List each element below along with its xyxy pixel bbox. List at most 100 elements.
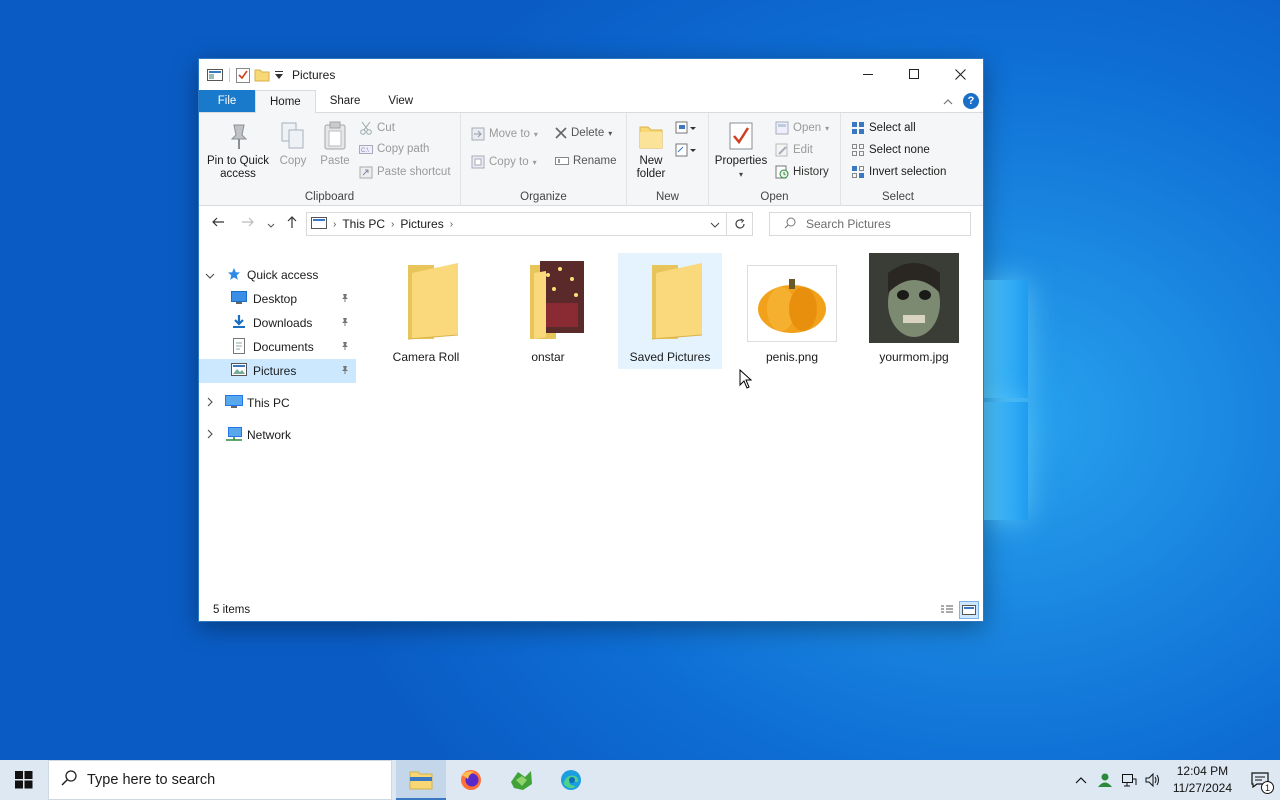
delete-icon: [555, 127, 567, 139]
taskbar-green-app[interactable]: [496, 760, 546, 800]
maximize-button[interactable]: [891, 59, 937, 89]
nav-item-documents[interactable]: Documents: [199, 335, 356, 359]
organize-label: Organize: [520, 191, 567, 203]
edit-icon: [775, 143, 788, 157]
new-item-button[interactable]: [675, 121, 697, 135]
tray-user-icon[interactable]: [1093, 760, 1117, 800]
pin-icon[interactable]: [340, 316, 350, 330]
open-group: Properties ▾ Open ▾ Edit History Open: [709, 113, 841, 206]
forward-button[interactable]: [241, 215, 255, 232]
breadcrumb-this-pc[interactable]: This PC: [342, 217, 385, 231]
large-icons-view-button[interactable]: [959, 601, 979, 619]
taskbar-edge[interactable]: [546, 760, 596, 800]
copy-path-icon: C:\: [359, 145, 373, 154]
move-to-button[interactable]: Move to ▾: [471, 127, 538, 141]
file-list: Camera Roll onstar Saved Pictures penis.…: [371, 249, 983, 599]
edit-button[interactable]: Edit: [775, 143, 813, 157]
select-all-button[interactable]: Select all: [851, 121, 916, 135]
invert-selection-button[interactable]: Invert selection: [851, 165, 946, 179]
collapse-ribbon-icon[interactable]: [943, 94, 953, 108]
tab-view[interactable]: View: [374, 90, 427, 112]
nav-quick-access-label: Quick access: [247, 268, 319, 282]
notification-count-badge: 1: [1261, 781, 1274, 794]
explorer-app-icon[interactable]: [207, 68, 223, 82]
window-title: Pictures: [292, 68, 336, 82]
paste-shortcut-icon: [359, 166, 373, 179]
copy-path-button[interactable]: C:\ Copy path: [359, 143, 429, 155]
taskbar-search-box[interactable]: Type here to search: [48, 760, 392, 800]
pin-icon[interactable]: [340, 364, 350, 378]
network-tray-icon[interactable]: [1117, 760, 1141, 800]
new-label: New: [655, 191, 679, 203]
speaker-icon: [1145, 773, 1159, 787]
tab-file[interactable]: File: [199, 90, 255, 112]
expand-chevron-icon[interactable]: [207, 396, 219, 410]
tab-share[interactable]: Share: [316, 90, 375, 112]
properties-button[interactable]: Properties ▾: [713, 121, 769, 181]
paste-shortcut-button[interactable]: Paste shortcut: [359, 165, 451, 179]
refresh-button[interactable]: [727, 212, 753, 236]
recent-locations-button[interactable]: [267, 218, 275, 232]
file-item-folder[interactable]: onstar: [496, 253, 600, 369]
file-explorer-window: Pictures File Home Share View ? Pin to Q…: [198, 58, 984, 622]
pin-icon[interactable]: [340, 340, 350, 354]
file-item-folder[interactable]: Saved Pictures: [618, 253, 722, 369]
history-button[interactable]: History: [775, 165, 829, 179]
file-item-image[interactable]: penis.png: [740, 253, 844, 369]
taskbar-clock[interactable]: 12:04 PM 11/27/2024: [1165, 763, 1240, 797]
taskbar: Type here to search 12:04 PM 11/27/2024 …: [0, 760, 1280, 800]
rename-button[interactable]: Rename: [555, 155, 616, 167]
details-view-button[interactable]: [937, 601, 957, 619]
forward-arrow-icon: [242, 217, 254, 227]
close-button[interactable]: [937, 59, 983, 89]
pin-icon[interactable]: [340, 292, 350, 306]
firefox-icon: [461, 770, 481, 790]
nav-item-desktop[interactable]: Desktop: [199, 287, 356, 311]
copy-button[interactable]: Copy: [277, 121, 309, 168]
minimize-button[interactable]: [845, 59, 891, 89]
copy-to-button[interactable]: Copy to ▾: [471, 155, 537, 169]
customize-qat-icon[interactable]: [274, 69, 284, 81]
file-item-image[interactable]: yourmom.jpg: [862, 253, 966, 369]
breadcrumb-pictures[interactable]: Pictures: [400, 217, 443, 231]
properties-qat-icon[interactable]: [236, 67, 250, 83]
windows-logo-icon: [15, 771, 33, 789]
select-none-button[interactable]: Select none: [851, 143, 930, 157]
up-button[interactable]: [285, 215, 299, 232]
show-hidden-icons-button[interactable]: [1069, 760, 1093, 800]
volume-tray-icon[interactable]: [1141, 760, 1165, 800]
face-image-thumbnail: [869, 253, 959, 343]
select-group: Select all Select none Invert selection …: [841, 113, 955, 206]
address-bar[interactable]: › This PC › Pictures ›: [306, 212, 727, 236]
select-none-icon: [852, 144, 864, 156]
nav-item-pictures[interactable]: Pictures: [199, 359, 356, 383]
help-button[interactable]: ?: [963, 93, 979, 109]
network-icon: [225, 426, 243, 444]
cut-button[interactable]: Cut: [359, 121, 395, 135]
delete-button[interactable]: Delete ▾: [555, 127, 612, 139]
new-folder-button[interactable]: New folder: [633, 121, 669, 181]
file-item-folder[interactable]: Camera Roll: [374, 253, 478, 369]
nav-item-label: Desktop: [253, 292, 298, 306]
taskbar-file-explorer[interactable]: [396, 760, 446, 800]
easy-access-button[interactable]: [675, 143, 697, 157]
search-box[interactable]: Search Pictures: [769, 212, 971, 236]
action-center-button[interactable]: 1: [1240, 760, 1280, 800]
new-folder-qat-icon[interactable]: [254, 68, 270, 82]
expand-chevron-icon[interactable]: [205, 268, 217, 282]
nav-item-downloads[interactable]: Downloads: [199, 311, 356, 335]
open-button[interactable]: Open ▾: [775, 121, 829, 135]
taskbar-firefox[interactable]: [446, 760, 496, 800]
nav-item-label: Pictures: [253, 364, 297, 378]
start-button[interactable]: [0, 760, 48, 800]
pin-quick-access-button[interactable]: Pin to Quick access: [205, 121, 271, 181]
file-explorer-icon: [409, 771, 433, 790]
tab-home[interactable]: Home: [255, 90, 316, 113]
back-button[interactable]: [211, 215, 225, 232]
nav-network[interactable]: Network: [199, 423, 356, 447]
expand-chevron-icon[interactable]: [207, 428, 219, 442]
nav-quick-access[interactable]: Quick access: [199, 263, 356, 287]
address-dropdown-icon[interactable]: [710, 217, 720, 231]
paste-button[interactable]: Paste: [317, 121, 353, 168]
nav-this-pc[interactable]: This PC: [199, 391, 356, 415]
